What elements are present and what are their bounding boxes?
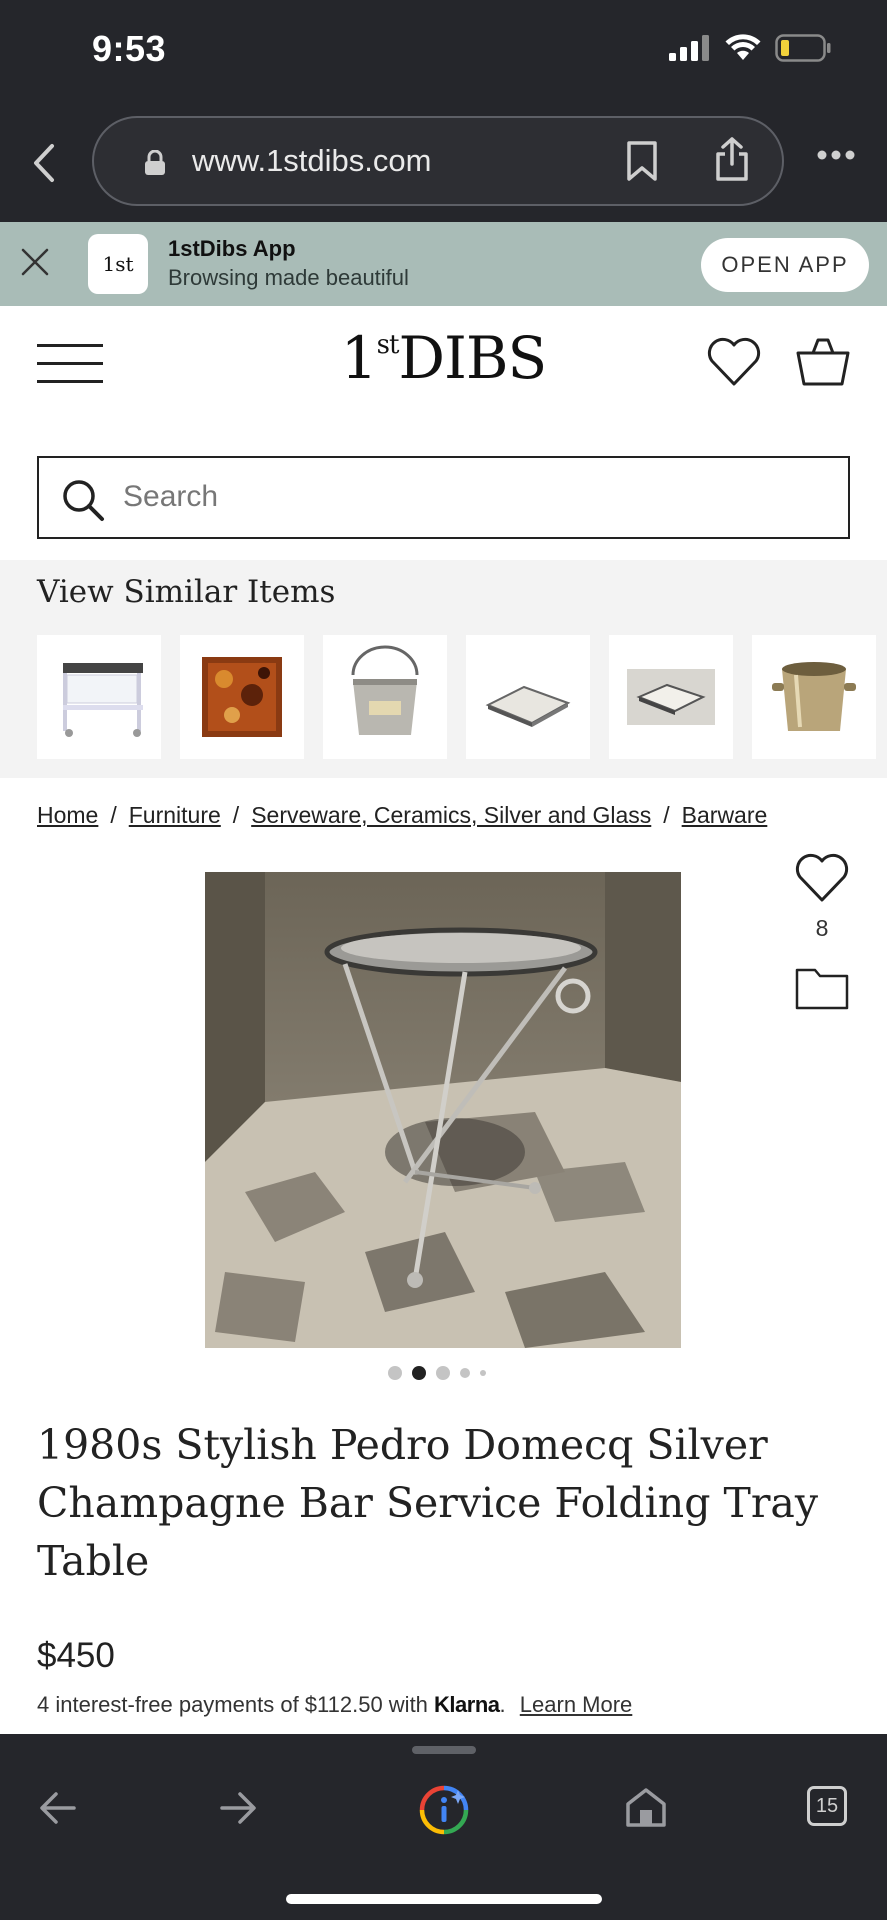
klarna-logo: Klarna — [434, 1692, 500, 1717]
favorites-heart-icon[interactable] — [706, 336, 762, 388]
breadcrumb-serveware[interactable]: Serveware, Ceramics, Silver and Glass — [251, 802, 651, 828]
carousel-dot[interactable] — [480, 1370, 486, 1376]
champagne-bucket-image — [351, 645, 419, 735]
google-lens-icon[interactable] — [418, 1784, 470, 1836]
breadcrumb: Home / Furniture / Serveware, Ceramics, Silv… — [37, 802, 767, 829]
signal-icon — [669, 35, 709, 61]
home-indicator — [286, 1894, 602, 1904]
heart-icon[interactable] — [794, 852, 850, 904]
logo-prefix: 1 — [340, 324, 378, 392]
similar-item-thumb[interactable] — [609, 635, 733, 759]
site-header: 1stDIBS — [0, 306, 887, 426]
similar-item-thumb[interactable] — [180, 635, 304, 759]
similar-item-thumb[interactable] — [466, 635, 590, 759]
ice-bucket-image — [772, 662, 856, 731]
similar-items-row — [37, 635, 876, 759]
search-icon — [63, 480, 104, 521]
carousel-dot-active[interactable] — [412, 1366, 426, 1380]
product-title: 1980s Stylish Pedro Domecq Silver Champa… — [37, 1421, 819, 1585]
product-favorite[interactable]: 8 — [794, 852, 850, 942]
back-chevron-icon[interactable] — [30, 140, 60, 186]
app-name: 1stDibs App — [168, 236, 296, 261]
address-bar[interactable]: www.1stdibs.com — [92, 116, 784, 206]
similar-items-section: View Similar Items — [0, 560, 887, 778]
close-icon[interactable] — [20, 247, 50, 277]
status-bar: 9:53 — [0, 0, 887, 104]
product-image[interactable] — [205, 872, 681, 1348]
breadcrumb-separator: / — [663, 802, 670, 828]
back-arrow-icon[interactable] — [38, 1790, 78, 1826]
more-menu-icon[interactable] — [817, 150, 855, 160]
app-logo: 1st — [88, 234, 148, 294]
installments-info: 4 interest-free payments of $112.50 with… — [37, 1692, 632, 1718]
learn-more-link[interactable]: Learn More — [520, 1692, 633, 1717]
folder-icon[interactable] — [795, 966, 849, 1010]
wifi-icon — [725, 34, 761, 60]
app-install-banner: 1st 1stDibs App Browsing made beautiful … — [0, 222, 887, 306]
breadcrumb-barware[interactable]: Barware — [682, 802, 768, 828]
bookmark-icon[interactable] — [626, 140, 658, 182]
home-icon[interactable] — [624, 1786, 668, 1828]
search-input[interactable]: Search — [37, 456, 850, 539]
share-icon[interactable] — [714, 136, 750, 182]
lock-icon — [145, 150, 165, 175]
browser-bottom-bar: 15 — [0, 1734, 887, 1920]
open-app-button[interactable]: OPEN APP — [701, 238, 869, 292]
product-price: $450 — [37, 1636, 115, 1675]
search-placeholder: Search — [123, 480, 219, 513]
forward-arrow-icon[interactable] — [218, 1790, 258, 1826]
amber-tray-image — [202, 657, 282, 737]
status-icons — [669, 34, 831, 62]
klarna-suffix: . — [499, 1692, 506, 1717]
silver-tray-set-image — [627, 669, 715, 725]
tabs-button[interactable]: 15 — [807, 1786, 847, 1826]
browser-toolbar: www.1stdibs.com — [0, 104, 887, 222]
battery-icon — [775, 34, 831, 62]
shopping-bag-icon[interactable] — [796, 336, 850, 388]
similar-item-thumb[interactable] — [323, 635, 447, 759]
breadcrumb-separator: / — [232, 802, 240, 828]
silver-tray-image — [485, 685, 571, 727]
carousel-dot[interactable] — [460, 1368, 470, 1378]
logo-sup: st — [376, 330, 400, 360]
similar-items-title: View Similar Items — [37, 574, 336, 610]
app-tagline: Browsing made beautiful — [168, 265, 409, 290]
bar-cart-image — [63, 663, 143, 737]
status-time: 9:53 — [92, 28, 167, 69]
breadcrumb-separator: / — [110, 802, 117, 828]
sheet-grabber[interactable] — [412, 1746, 476, 1754]
favorite-count: 8 — [815, 915, 829, 941]
carousel-dot[interactable] — [436, 1366, 450, 1380]
image-carousel-dots — [388, 1366, 486, 1380]
tray-table-photo — [205, 872, 681, 1348]
similar-item-thumb[interactable] — [37, 635, 161, 759]
logo-main: DIBS — [398, 324, 547, 392]
installments-text: 4 interest-free payments of $112.50 with — [37, 1692, 428, 1717]
breadcrumb-home[interactable]: Home — [37, 802, 98, 828]
breadcrumb-furniture[interactable]: Furniture — [129, 802, 221, 828]
url-text: www.1stdibs.com — [192, 143, 432, 178]
carousel-dot[interactable] — [388, 1366, 402, 1380]
similar-item-thumb[interactable] — [752, 635, 876, 759]
